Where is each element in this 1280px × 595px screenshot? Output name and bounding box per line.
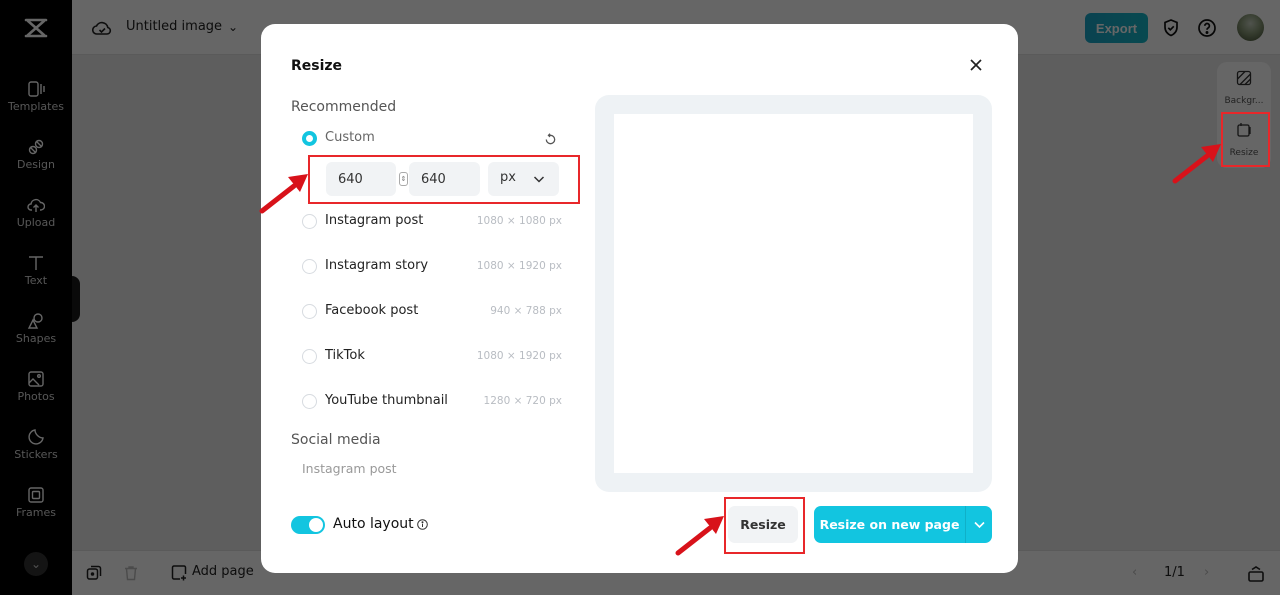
- radio-button[interactable]: [302, 349, 317, 364]
- app-window: Templates Design Upload Text Shapes Phot…: [0, 0, 1280, 595]
- reset-icon[interactable]: [544, 133, 557, 146]
- option-size: 940 × 788 px: [490, 305, 562, 317]
- option-size: 1080 × 1080 px: [476, 215, 562, 227]
- social-media-heading: Social media: [291, 432, 381, 448]
- close-icon: [970, 59, 982, 71]
- preview-canvas: [614, 114, 973, 473]
- option-size: 1280 × 720 px: [483, 395, 562, 407]
- resize-dialog: Resize Recommended Custom ⇕ px Instagram…: [261, 24, 1018, 573]
- radio-button[interactable]: [302, 259, 317, 274]
- option-label: Instagram post: [325, 213, 424, 228]
- recommended-heading: Recommended: [291, 99, 397, 115]
- preview-frame: [595, 95, 992, 492]
- option-facebook-post[interactable]: Facebook post 940 × 788 px: [302, 302, 562, 322]
- resize-on-new-page-button[interactable]: Resize on new page: [814, 506, 965, 543]
- social-item-instagram-post[interactable]: Instagram post: [302, 461, 397, 476]
- option-label: YouTube thumbnail: [325, 393, 448, 408]
- resize-options-dropdown[interactable]: [965, 506, 992, 543]
- close-button[interactable]: [966, 55, 986, 75]
- height-input[interactable]: [409, 162, 480, 196]
- option-label: Instagram story: [325, 258, 429, 273]
- option-label: Facebook post: [325, 303, 419, 318]
- option-label: Custom: [325, 130, 375, 145]
- resize-button[interactable]: Resize: [728, 506, 798, 543]
- resize-on-new-page-group: Resize on new page: [814, 506, 992, 543]
- auto-layout-label: Auto layout: [333, 516, 414, 532]
- unit-value: px: [500, 170, 516, 185]
- chevron-down-icon: [533, 176, 545, 183]
- lock-ratio-icon[interactable]: ⇕: [399, 172, 408, 186]
- option-instagram-story[interactable]: Instagram story 1080 × 1920 px: [302, 257, 562, 277]
- chevron-down-icon: [973, 521, 985, 529]
- option-label: TikTok: [325, 348, 365, 363]
- radio-custom[interactable]: [302, 131, 317, 146]
- width-input[interactable]: [326, 162, 396, 196]
- option-custom[interactable]: Custom: [302, 129, 562, 149]
- option-tiktok[interactable]: TikTok 1080 × 1920 px: [302, 347, 562, 367]
- option-size: 1080 × 1920 px: [476, 260, 562, 272]
- option-youtube-thumbnail[interactable]: YouTube thumbnail 1280 × 720 px: [302, 392, 562, 412]
- radio-button[interactable]: [302, 214, 317, 229]
- auto-layout-toggle[interactable]: [291, 516, 325, 534]
- option-instagram-post[interactable]: Instagram post 1080 × 1080 px: [302, 212, 562, 232]
- unit-select[interactable]: px: [488, 162, 559, 196]
- dialog-title: Resize: [291, 58, 343, 74]
- radio-button[interactable]: [302, 394, 317, 409]
- info-icon[interactable]: [417, 519, 428, 530]
- option-size: 1080 × 1920 px: [476, 350, 562, 362]
- radio-button[interactable]: [302, 304, 317, 319]
